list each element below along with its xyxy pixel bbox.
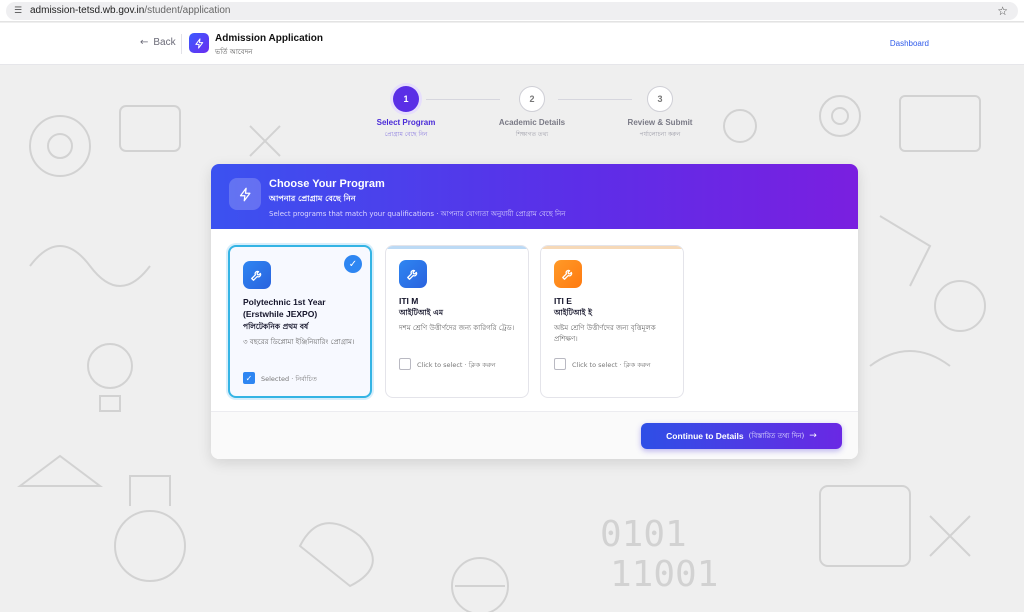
program-name: ITI E	[554, 296, 572, 306]
program-name-bn: পলিটেকনিক প্রথম বর্ষ	[243, 322, 309, 331]
back-label: Back	[153, 37, 176, 48]
wrench-icon	[554, 260, 582, 288]
lightning-icon	[194, 37, 203, 49]
program-option-iti-e[interactable]: ITI E আইটিআই ই অষ্টম শ্রেণি উত্তীর্ণদের …	[540, 245, 684, 398]
step-number: 3	[647, 86, 673, 112]
program-name-bn: আইটিআই ই	[554, 308, 593, 317]
step-number: 1	[393, 86, 419, 112]
continue-label-bn: (বিস্তারিত তথ্য দিন)	[748, 432, 805, 440]
url-text[interactable]: admission-tetsd.wb.gov.in/student/applic…	[30, 5, 230, 17]
step-sublabel: প্রোগ্রাম বেছে নিন	[384, 131, 428, 138]
program-description: দশম শ্রেণি উত্তীর্ণদের জন্য কারিগরি ট্রে…	[399, 324, 515, 332]
program-name: ITI M	[399, 296, 419, 306]
arrow-left-icon: ←	[140, 37, 149, 48]
arrow-right-icon: →	[809, 431, 817, 441]
checkmark-icon: ✓	[245, 373, 253, 383]
card-title-bn: আপনার প্রোগ্রাম বেছে নিন	[269, 194, 356, 203]
step-sublabel: শিক্ষাগত তথ্য	[515, 131, 549, 138]
header-divider	[181, 34, 182, 54]
back-button[interactable]: ← Back	[140, 37, 176, 48]
step-review-submit[interactable]: 3 Review & Submit পর্যালোচনা করুন	[600, 86, 720, 140]
program-selection-card: Choose Your Program আপনার প্রোগ্রাম বেছে…	[211, 164, 858, 459]
selection-status: Selected · নির্বাচিত	[261, 375, 317, 383]
step-label: Academic Details	[498, 118, 566, 127]
wrench-icon	[399, 260, 427, 288]
program-description: অষ্টম শ্রেণি উত্তীর্ণদের জন্য বৃত্তিমূলক…	[554, 324, 656, 343]
step-select-program[interactable]: 1 Select Program প্রোগ্রাম বেছে নিন	[346, 86, 466, 140]
option-topbar	[386, 246, 528, 249]
option-topbar	[541, 246, 683, 249]
program-description: ৩ বছরের ডিপ্লোমা ইঞ্জিনিয়ারিং প্রোগ্রাম…	[243, 338, 355, 346]
card-footer: Continue to Details (বিস্তারিত তথ্য দিন)…	[211, 411, 858, 459]
url-host: admission-tetsd.wb.gov.in	[30, 5, 145, 16]
card-header: Choose Your Program আপনার প্রোগ্রাম বেছে…	[211, 164, 858, 229]
step-sublabel: পর্যালোচনা করুন	[639, 131, 681, 138]
svg-text:11001: 11001	[610, 554, 718, 595]
program-option-iti-m[interactable]: ITI M আইটিআই এম দশম শ্রেণি উত্তীর্ণদের জ…	[385, 245, 529, 398]
svg-text:0101: 0101	[600, 514, 687, 555]
program-options: ✓ Polytechnic 1st Year (Erstwhile JEXPO)…	[228, 245, 848, 398]
site-settings-icon[interactable]: ☰	[12, 5, 24, 17]
card-title: Choose Your Program	[269, 178, 385, 190]
selection-status: Click to select · ক্লিক করুন	[417, 361, 496, 369]
wrench-icon	[243, 261, 271, 289]
bookmark-star-icon[interactable]: ☆	[997, 4, 1008, 18]
continue-to-details-button[interactable]: Continue to Details (বিস্তারিত তথ্য দিন)…	[641, 423, 842, 449]
app-subtitle: ভর্তি আবেদন	[215, 48, 253, 56]
program-name-bn: আইটিআই এম	[399, 308, 444, 317]
continue-label: Continue to Details	[666, 431, 744, 441]
selection-status: Click to select · ক্লিক করুন	[572, 361, 651, 369]
progress-stepper: 1 Select Program প্রোগ্রাম বেছে নিন 2 Ac…	[0, 86, 1024, 146]
step-label: Review & Submit	[627, 118, 693, 127]
program-name: Polytechnic 1st Year (Erstwhile JEXPO)	[243, 297, 326, 319]
step-label: Select Program	[376, 118, 436, 127]
program-option-polytechnic[interactable]: ✓ Polytechnic 1st Year (Erstwhile JEXPO)…	[228, 245, 372, 398]
check-badge-icon: ✓	[344, 255, 362, 273]
selection-checkbox[interactable]	[399, 358, 411, 370]
browser-toolbar: ☰ admission-tetsd.wb.gov.in/student/appl…	[0, 0, 1024, 22]
dashboard-link[interactable]: Dashboard	[890, 39, 929, 48]
address-bar[interactable]: ☰ admission-tetsd.wb.gov.in/student/appl…	[6, 2, 1018, 20]
selection-checkbox[interactable]	[554, 358, 566, 370]
step-academic-details[interactable]: 2 Academic Details শিক্ষাগত তথ্য	[472, 86, 592, 140]
lightning-icon	[229, 178, 261, 210]
card-description: Select programs that match your qualific…	[269, 210, 566, 218]
app-title: Admission Application	[215, 33, 323, 44]
app-logo	[189, 33, 209, 53]
app-header: ← Back Admission Application ভর্তি আবেদন…	[0, 23, 1024, 65]
url-path: /student/application	[144, 5, 231, 16]
selection-checkbox[interactable]: ✓	[243, 372, 255, 384]
step-number: 2	[519, 86, 545, 112]
